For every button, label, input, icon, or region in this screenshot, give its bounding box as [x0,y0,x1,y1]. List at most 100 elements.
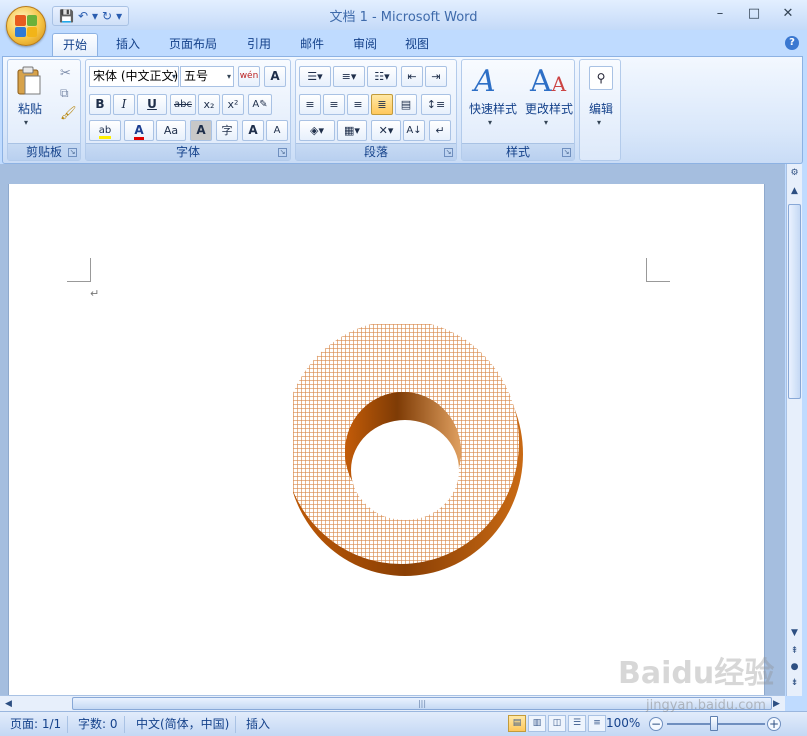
clear-formatting-icon[interactable]: A✎ [248,94,272,115]
tab-mailings[interactable]: 邮件 [290,33,334,56]
tab-review[interactable]: 审阅 [343,33,387,56]
bold-button[interactable]: B [89,94,111,115]
select-browse-object-icon[interactable]: ● [788,660,801,674]
line-spacing-icon[interactable]: ↕≡ [421,94,451,115]
document-page[interactable]: ↵ [8,184,765,696]
borders-icon[interactable]: ▦▾ [337,120,367,141]
full-screen-reading-icon[interactable]: ▥ [528,715,546,732]
phonetic-guide-button[interactable]: wén [238,66,260,87]
next-page-icon[interactable]: ⇟ [788,676,801,690]
print-layout-icon[interactable]: ▤ [508,715,526,732]
highlight-button[interactable]: ab [89,120,121,141]
char-border-button[interactable]: A [264,66,286,87]
justify-icon[interactable]: ≣ [371,94,393,115]
tab-page-layout[interactable]: 页面布局 [159,33,227,56]
font-name-combo[interactable]: 宋体 (中文正文) ▾ [89,66,179,87]
scroll-right-icon[interactable]: ▶ [770,697,783,711]
change-styles-label[interactable]: 更改样式 [520,100,578,117]
zoom-in-icon[interactable]: + [767,717,781,731]
editing-dropdown-icon[interactable]: ▾ [597,118,601,127]
office-button[interactable] [6,6,46,46]
multilevel-list-button[interactable]: ☷▾ [367,66,397,87]
tab-insert[interactable]: 插入 [106,33,150,56]
change-styles-icon[interactable]: AA [530,64,566,99]
font-launcher-icon[interactable]: ↘ [278,148,287,157]
font-size-value: 五号 [184,69,209,83]
insert-mode[interactable]: 插入 [240,716,276,733]
scroll-up-icon[interactable]: ▲ [788,184,801,198]
font-color-label: A [134,123,144,140]
superscript-button[interactable]: x² [222,94,244,115]
paste-dropdown-icon[interactable]: ▾ [24,118,28,127]
tab-references[interactable]: 引用 [237,33,281,56]
web-layout-icon[interactable]: ◫ [548,715,566,732]
office-logo-icon [15,15,37,37]
strikethrough-button[interactable]: abc [170,94,196,115]
copy-icon[interactable]: ⧉ [60,86,69,101]
styles-launcher-icon[interactable]: ↘ [562,148,571,157]
tab-view[interactable]: 视图 [395,33,439,56]
shrink-font-button[interactable]: A [266,120,288,141]
font-size-dropdown-icon[interactable]: ▾ [227,67,231,86]
outline-icon[interactable]: ☰ [568,715,586,732]
char-shading-button[interactable]: A [190,120,212,141]
enclose-char-button[interactable]: 字 [216,120,238,141]
ruler-toggle-icon[interactable]: ⚙ [788,166,801,180]
align-center-icon[interactable]: ≡ [323,94,345,115]
clipboard-launcher-icon[interactable]: ↘ [68,148,77,157]
format-painter-icon[interactable]: 🖌 [60,106,77,121]
zoom-slider-thumb[interactable] [710,716,718,731]
font-name-dropdown-icon[interactable]: ▾ [172,67,176,86]
font-group: 宋体 (中文正文) ▾ 五号 ▾ wén A B I U abc x₂ x² A✎ … [85,59,291,161]
highlight-label: ab [98,125,112,139]
tab-home[interactable]: 开始 [52,33,99,56]
zoom-out-icon[interactable]: − [649,717,663,731]
vertical-scroll-thumb[interactable] [788,204,801,399]
zoom-level[interactable]: 100% [606,716,640,730]
paste-icon[interactable] [16,66,42,96]
quick-styles-dropdown-icon[interactable]: ▾ [488,118,492,127]
align-left-icon[interactable]: ≡ [299,94,321,115]
word-count[interactable]: 字数: 0 [72,716,125,733]
minimize-button[interactable]: – [707,4,733,24]
ring-shape[interactable] [293,324,533,584]
show-marks-icon[interactable]: ↵ [429,120,451,141]
align-right-icon[interactable]: ≡ [347,94,369,115]
change-case-button[interactable]: Aa [156,120,186,141]
cut-icon[interactable]: ✂ [60,66,71,81]
numbering-button[interactable]: ≡▾ [333,66,365,87]
subscript-button[interactable]: x₂ [198,94,220,115]
vertical-scrollbar[interactable]: ⚙ ▲ ▼ ⇞ ● ⇟ [786,164,802,696]
distributed-icon[interactable]: ▤ [395,94,417,115]
bullets-button[interactable]: ☰▾ [299,66,331,87]
grow-font-button[interactable]: A [242,120,264,141]
paste-label[interactable]: 粘贴 [12,100,48,117]
document-area: ↵ [0,164,785,696]
decrease-indent-icon[interactable]: ⇤ [401,66,423,87]
scroll-down-icon[interactable]: ▼ [788,626,801,640]
quick-styles-label[interactable]: 快速样式 [464,100,522,117]
language-indicator[interactable]: 中文(简体，中国) [130,716,237,733]
help-icon[interactable]: ? [785,36,799,50]
font-color-button[interactable]: A [124,120,154,141]
previous-page-icon[interactable]: ⇞ [788,644,801,658]
editing-label[interactable]: 编辑 [580,100,622,117]
title-bar: 💾 ↶ ▾ ↻ ▾ 文档 1 - Microsoft Word – □ ✕ [0,0,807,46]
draft-icon[interactable]: ≡ [588,715,606,732]
binoculars-icon[interactable]: ⚲ [589,66,613,90]
close-button[interactable]: ✕ [775,4,801,24]
font-size-combo[interactable]: 五号 ▾ [180,66,234,87]
italic-button[interactable]: I [113,94,135,115]
chinese-layout-icon[interactable]: ✕▾ [371,120,401,141]
paragraph-launcher-icon[interactable]: ↘ [444,148,453,157]
shading-icon[interactable]: ◈▾ [299,120,335,141]
change-styles-dropdown-icon[interactable]: ▾ [544,118,548,127]
scroll-left-icon[interactable]: ◀ [2,697,15,711]
increase-indent-icon[interactable]: ⇥ [425,66,447,87]
sort-icon[interactable]: A↓ [403,120,425,141]
window-controls: – □ ✕ [707,4,801,24]
underline-button[interactable]: U [137,94,167,115]
maximize-button[interactable]: □ [741,4,767,24]
page-count[interactable]: 页面: 1/1 [4,716,69,733]
quick-styles-icon[interactable]: A [474,64,496,99]
